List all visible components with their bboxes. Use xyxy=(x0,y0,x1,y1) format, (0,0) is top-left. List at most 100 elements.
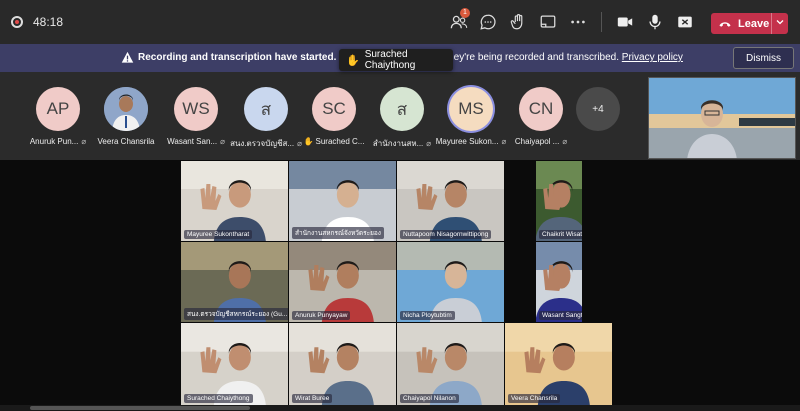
video-tile[interactable]: Wirat Buree xyxy=(289,323,396,405)
chat-button[interactable] xyxy=(478,12,498,32)
video-tile[interactable]: Veera Chansrila xyxy=(505,323,612,405)
more-participants-button[interactable]: +4 xyxy=(576,87,620,131)
participant-video-image xyxy=(505,323,612,405)
participant-tooltip: ✋ Surached Chaiythong xyxy=(339,49,453,71)
privacy-policy-link[interactable]: Privacy policy xyxy=(622,52,683,63)
participant-name-row: Veera Chansrila xyxy=(88,137,164,146)
audio-off-button[interactable] xyxy=(675,12,695,32)
share-content-button[interactable] xyxy=(538,12,558,32)
video-tile[interactable]: Chaiyapol Nilanon xyxy=(397,323,504,405)
participant-name: Anuruk Pun... xyxy=(29,137,79,146)
participant-video-image xyxy=(397,323,504,405)
participant-video-image xyxy=(181,323,288,405)
scrollbar-thumb[interactable] xyxy=(30,406,250,410)
hang-up-icon xyxy=(719,21,731,27)
toolbar-divider xyxy=(601,12,602,32)
warning-icon xyxy=(121,51,134,63)
participant-video-image xyxy=(397,242,504,322)
participant-strip: AP Anuruk Pun... ⌀ Veera Chansrila WS Wasant … xyxy=(0,72,800,160)
participant-name: สำนักงานสห... xyxy=(372,139,424,148)
video-tile-name: Veera Chansrila xyxy=(508,394,561,403)
participant-name-row: Mayuree Sukon... ⌀ xyxy=(433,137,509,146)
video-tile[interactable]: สนง.ตรวจบัญชีสหกรณ์ระยอง (Gu... xyxy=(181,242,288,322)
video-tile-name: Anuruk Punyayaw xyxy=(292,311,351,320)
more-dots-icon xyxy=(571,20,585,24)
participant-video-image xyxy=(397,161,504,241)
teams-meeting-window: 48:18 1 Leave Recording and transcriptio… xyxy=(0,0,800,411)
participant-video-image xyxy=(289,323,396,405)
chevron-down-icon[interactable] xyxy=(775,17,785,27)
microphone-button[interactable] xyxy=(645,12,665,32)
video-tile-name: สำนักงานสหกรณ์จังหวัดระยอง xyxy=(292,227,384,239)
participant-avatar: ส xyxy=(244,87,288,131)
participant-name: Veera Chansrila xyxy=(97,137,155,146)
participant-name: สนง.ตรวจบัญชีส... xyxy=(230,139,295,148)
people-count-badge: 1 xyxy=(460,8,470,18)
participant-name-row: Chaiyapol ... ⌀ xyxy=(503,137,579,146)
participant-avatar: MS xyxy=(449,87,493,131)
participant-name: Surached C... xyxy=(315,137,365,146)
participant-item[interactable]: Veera Chansrila xyxy=(88,72,164,160)
people-button[interactable]: 1 xyxy=(449,8,470,32)
raised-hand-icon: ✋ xyxy=(303,137,314,146)
participant-item[interactable]: WS Wasant San... ⌀ xyxy=(158,72,234,160)
reactions-button[interactable] xyxy=(508,12,528,32)
video-tile[interactable]: Nicha Ploytubtim xyxy=(397,242,504,322)
recording-indicator-icon xyxy=(11,16,23,28)
leave-label: Leave xyxy=(738,17,770,30)
chat-icon xyxy=(480,14,496,30)
participant-avatar xyxy=(104,87,148,131)
participant-name-row: ✋ Surached C... xyxy=(296,137,372,146)
banner-bold-text: Recording and transcription have started… xyxy=(138,52,337,63)
participant-item[interactable]: SC ✋ Surached C... xyxy=(296,72,372,160)
participant-video-image xyxy=(181,161,288,241)
video-tile[interactable]: Nuttapoom Nisagornwittipong xyxy=(397,161,504,241)
participant-name-row: สนง.ตรวจบัญชีส... ⌀ xyxy=(228,137,304,150)
video-tile-name: Mayuree Sukontharat xyxy=(184,230,253,239)
video-tile-name: Nuttapoom Nisagornwittipong xyxy=(400,230,492,239)
tooltip-name: Surached Chaiythong xyxy=(364,49,416,71)
raise-hand-icon xyxy=(510,14,523,30)
participant-avatar: WS xyxy=(174,87,218,131)
participant-name: Mayuree Sukon... xyxy=(435,137,499,146)
participant-avatar: CN xyxy=(519,87,563,131)
participant-item[interactable]: CN Chaiyapol ... ⌀ xyxy=(503,72,579,160)
meeting-toolbar: 48:18 1 Leave xyxy=(0,0,800,44)
participant-avatar: ส xyxy=(380,87,424,131)
meeting-timer: 48:18 xyxy=(33,15,64,29)
video-tile-name: สนง.ตรวจบัญชีสหกรณ์ระยอง (Gu... xyxy=(184,308,288,320)
microphone-icon xyxy=(649,14,661,30)
video-tile[interactable]: Surached Chaiythong xyxy=(181,323,288,405)
participant-item[interactable]: MS Mayuree Sukon... ⌀ xyxy=(433,72,509,160)
self-video-preview[interactable] xyxy=(648,77,796,159)
camera-icon xyxy=(617,17,633,27)
video-tile[interactable]: Anuruk Punyayaw xyxy=(289,242,396,322)
participant-name: Chaiyapol ... xyxy=(514,137,560,146)
participant-item[interactable]: สสนง.ตรวจบัญชีส... ⌀ xyxy=(228,72,304,160)
video-tile-name: Surached Chaiythong xyxy=(184,394,253,403)
video-tile[interactable]: สำนักงานสหกรณ์จังหวัดระยอง xyxy=(289,161,396,241)
video-tile[interactable]: Wasant Sangthong xyxy=(536,242,582,322)
leave-button[interactable]: Leave xyxy=(711,13,788,34)
video-tile[interactable]: Chaikrit Wisattron xyxy=(536,161,582,241)
video-tile[interactable]: Mayuree Sukontharat xyxy=(181,161,288,241)
camera-button[interactable] xyxy=(615,12,635,32)
participant-video-image xyxy=(536,242,582,322)
participant-item[interactable]: AP Anuruk Pun... ⌀ xyxy=(20,72,96,160)
participant-video-image xyxy=(536,161,582,241)
participant-name-row: Wasant San... ⌀ xyxy=(158,137,234,146)
muted-mic-icon: ⌀ xyxy=(81,137,87,146)
muted-mic-icon: ⌀ xyxy=(220,137,225,146)
video-tile-name: Wirat Buree xyxy=(292,394,333,403)
participant-video-image xyxy=(289,242,396,322)
more-actions-button[interactable] xyxy=(568,12,588,32)
video-tile-name: Wasant Sangthong xyxy=(539,311,582,320)
self-view-image xyxy=(649,78,795,158)
video-tile-name: Nicha Ploytubtim xyxy=(400,311,455,320)
dismiss-button[interactable]: Dismiss xyxy=(733,47,794,69)
participant-item[interactable]: สสำนักงานสห... ⌀ xyxy=(364,72,440,160)
participant-avatar: SC xyxy=(312,87,356,131)
muted-mic-icon: ⌀ xyxy=(562,137,568,146)
leave-separator xyxy=(771,13,772,34)
close-icon xyxy=(678,16,692,28)
